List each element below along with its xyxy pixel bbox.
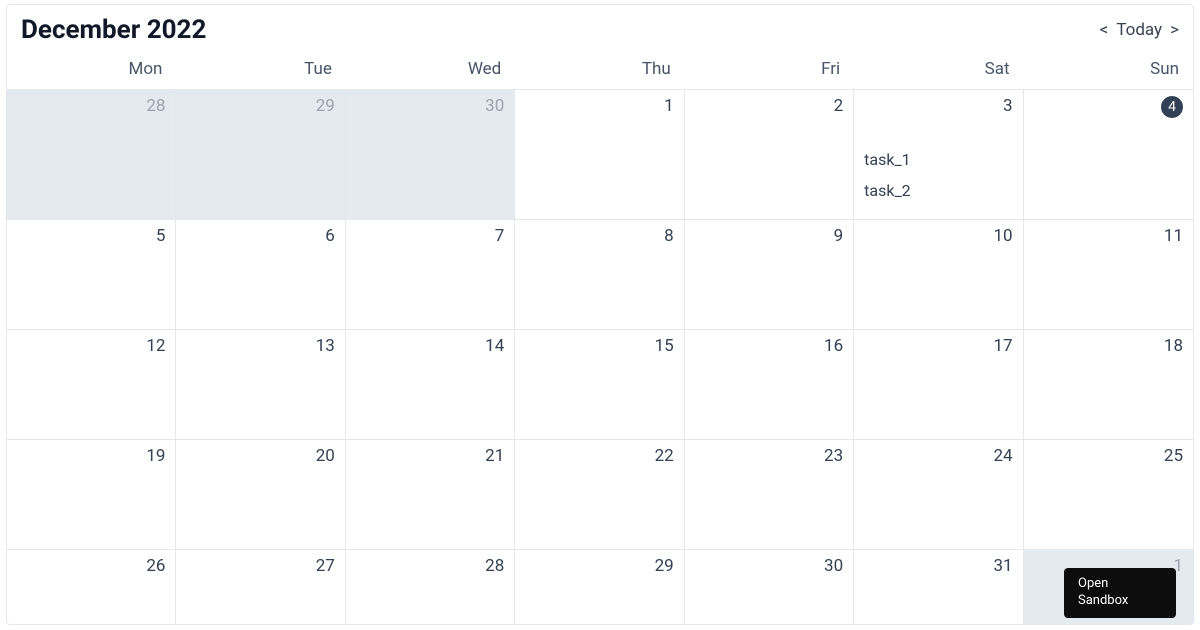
calendar-title: December 2022 [21, 15, 206, 45]
day-cell[interactable]: 12 [7, 329, 176, 439]
week-row: 12 13 14 15 16 17 18 [7, 329, 1193, 439]
day-cell[interactable]: 21 [346, 439, 515, 549]
calendar-nav: < Today > [1100, 20, 1179, 40]
week-row: 5 6 7 8 9 10 11 [7, 219, 1193, 329]
day-cell[interactable]: 15 [515, 329, 684, 439]
today-badge: 4 [1161, 96, 1183, 118]
day-number: 28 [17, 96, 165, 116]
day-cell[interactable]: 7 [346, 219, 515, 329]
day-cell[interactable]: 9 [685, 219, 854, 329]
day-cell[interactable]: 27 [176, 549, 345, 624]
day-number: 7 [356, 226, 504, 246]
day-number: 2 [695, 96, 843, 116]
day-of-week-label: Fri [685, 51, 854, 89]
day-number: 30 [695, 556, 843, 576]
day-number: 17 [864, 336, 1012, 356]
day-cell[interactable]: 4 [1024, 89, 1193, 219]
day-cell[interactable]: 31 [854, 549, 1023, 624]
day-cell[interactable]: 28 [7, 89, 176, 219]
day-number: 1 [525, 96, 673, 116]
day-cell[interactable]: 18 [1024, 329, 1193, 439]
day-number: 18 [1034, 336, 1183, 356]
day-cell[interactable]: 22 [515, 439, 684, 549]
day-cell[interactable]: 29 [176, 89, 345, 219]
day-number: 19 [17, 446, 165, 466]
day-cell[interactable]: 19 [7, 439, 176, 549]
day-cell[interactable]: 24 [854, 439, 1023, 549]
day-cell[interactable]: 13 [176, 329, 345, 439]
calendar: December 2022 < Today > MonTueWedThuFriS… [6, 4, 1194, 625]
day-number: 29 [186, 96, 334, 116]
day-of-week-label: Tue [176, 51, 345, 89]
day-cell[interactable]: 30 [685, 549, 854, 624]
day-number: 28 [356, 556, 504, 576]
day-number: 24 [864, 446, 1012, 466]
day-number: 9 [695, 226, 843, 246]
day-cell[interactable]: 14 [346, 329, 515, 439]
day-number: 6 [186, 226, 334, 246]
next-button[interactable]: > [1170, 20, 1179, 40]
day-cell[interactable]: 23 [685, 439, 854, 549]
day-cell[interactable]: 29 [515, 549, 684, 624]
day-number: 10 [864, 226, 1012, 246]
day-of-week-label: Wed [346, 51, 515, 89]
day-of-week-label: Sat [854, 51, 1023, 89]
day-cell[interactable]: 5 [7, 219, 176, 329]
day-number: 23 [695, 446, 843, 466]
day-cell[interactable]: 17 [854, 329, 1023, 439]
day-cell[interactable]: 10 [854, 219, 1023, 329]
open-sandbox-line1: Open [1078, 576, 1162, 593]
calendar-event[interactable]: task_1 [864, 150, 1012, 169]
week-row: 2627282930311 [7, 549, 1193, 624]
day-cell[interactable]: 1 [515, 89, 684, 219]
day-of-week-label: Sun [1024, 51, 1193, 89]
day-number: 16 [695, 336, 843, 356]
day-cell[interactable]: 3 task_1 task_2 [854, 89, 1023, 219]
day-cell[interactable]: 20 [176, 439, 345, 549]
open-sandbox-line2: Sandbox [1078, 593, 1162, 610]
calendar-grid: 282930123task_1task_24567891011121314151… [7, 89, 1193, 624]
day-cell[interactable]: 11 [1024, 219, 1193, 329]
day-number: 3 [864, 96, 1012, 116]
week-row: 28 29 30 1 2 3 task_1 task_2 4 [7, 89, 1193, 219]
day-number: 12 [17, 336, 165, 356]
day-cell[interactable]: 8 [515, 219, 684, 329]
day-number: 27 [186, 556, 334, 576]
open-sandbox-button[interactable]: Open Sandbox [1064, 568, 1176, 618]
day-number: 21 [356, 446, 504, 466]
day-cell[interactable]: 6 [176, 219, 345, 329]
day-number: 26 [17, 556, 165, 576]
day-cell[interactable]: 30 [346, 89, 515, 219]
calendar-event[interactable]: task_2 [864, 181, 1012, 200]
today-button[interactable]: Today [1116, 20, 1162, 40]
week-row: 19 20 21 22 23 24 25 [7, 439, 1193, 549]
day-of-week-label: Thu [515, 51, 684, 89]
day-number: 31 [864, 556, 1012, 576]
day-cell[interactable]: 26 [7, 549, 176, 624]
day-cell[interactable]: 16 [685, 329, 854, 439]
day-number: 11 [1034, 226, 1183, 246]
calendar-header: December 2022 < Today > [7, 5, 1193, 51]
day-of-week-label: Mon [7, 51, 176, 89]
day-number: 8 [525, 226, 673, 246]
day-number: 22 [525, 446, 673, 466]
day-number: 29 [525, 556, 673, 576]
day-cell[interactable]: 2 [685, 89, 854, 219]
day-number: 13 [186, 336, 334, 356]
day-cell[interactable]: 25 [1024, 439, 1193, 549]
prev-button[interactable]: < [1100, 20, 1109, 40]
event-list: task_1 task_2 [864, 150, 1012, 200]
day-number: 30 [356, 96, 504, 116]
day-number: 25 [1034, 446, 1183, 466]
day-cell[interactable]: 28 [346, 549, 515, 624]
day-number: 20 [186, 446, 334, 466]
day-number: 5 [17, 226, 165, 246]
day-number: 14 [356, 336, 504, 356]
day-number: 15 [525, 336, 673, 356]
day-of-week-header: MonTueWedThuFriSatSun [7, 51, 1193, 89]
